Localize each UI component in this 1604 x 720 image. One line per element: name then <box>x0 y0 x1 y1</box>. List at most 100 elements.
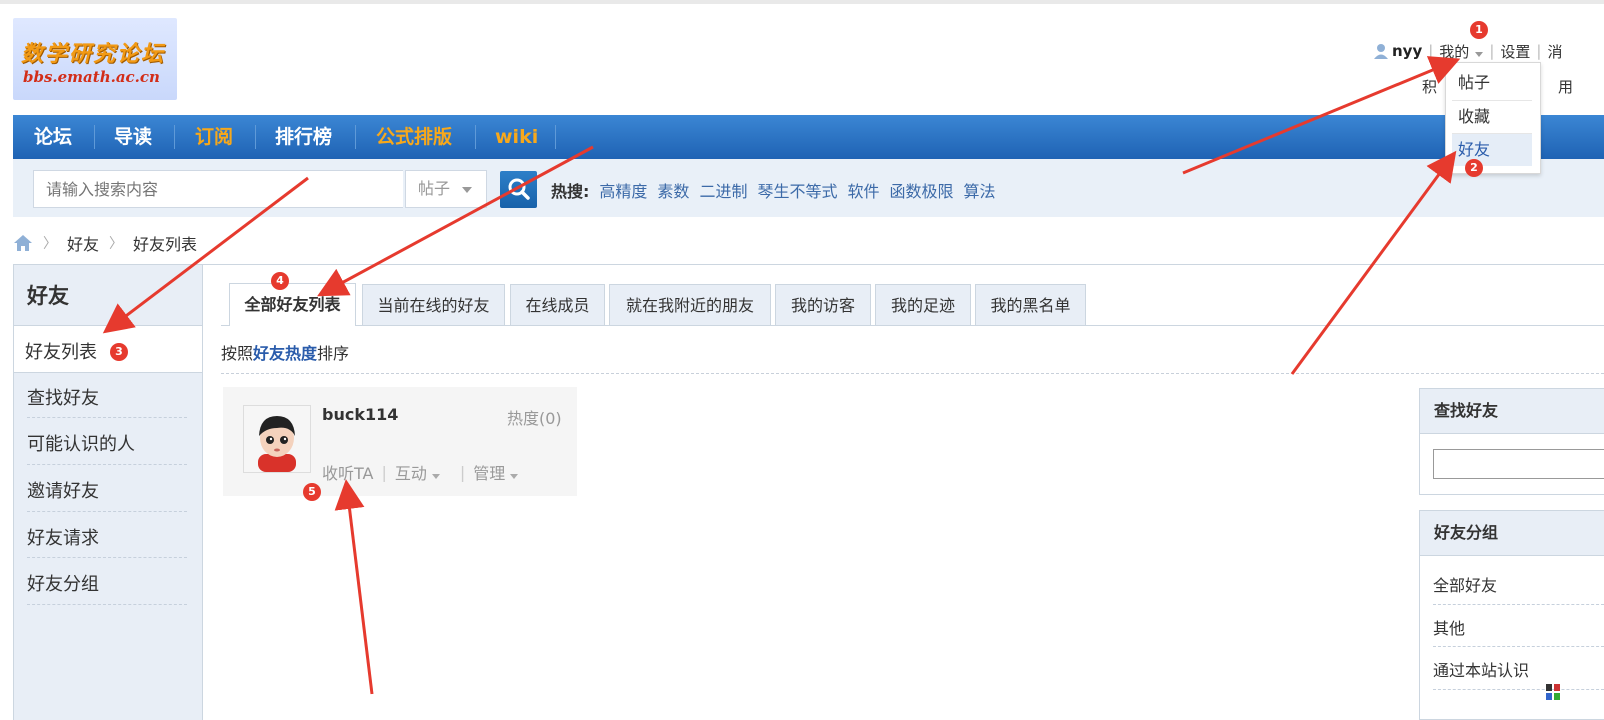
overflow-link[interactable]: 消 <box>1547 41 1562 62</box>
nav-separator <box>174 125 175 149</box>
interact-menu[interactable]: 互动 <box>395 460 440 484</box>
hot-keyword[interactable]: 二进制 <box>699 178 747 202</box>
user-bar: nyy | 我的 | 设置 | 消 <box>1374 40 1562 62</box>
group-item[interactable]: 全部好友 <box>1433 572 1497 596</box>
sidebar-item-requests[interactable]: 好友请求 <box>27 524 99 550</box>
marker-badge: 2 <box>1465 159 1483 177</box>
sidebar-item-may-know[interactable]: 可能认识的人 <box>27 430 135 456</box>
hot-keyword[interactable]: 素数 <box>657 178 689 202</box>
group-item[interactable]: 通过本站认识 <box>1433 657 1529 681</box>
divider <box>27 557 187 558</box>
sort-line: 按照好友热度排序 <box>221 340 349 364</box>
nav-item-guide[interactable]: 导读 <box>114 115 152 159</box>
group-item[interactable]: 其他 <box>1433 615 1465 639</box>
nav-item-subscribe[interactable]: 订阅 <box>195 115 233 159</box>
marker-badge: 1 <box>1470 21 1488 39</box>
sidebar-item-invite[interactable]: 邀请好友 <box>27 477 99 503</box>
divider <box>27 464 187 465</box>
hot-keyword[interactable]: 高精度 <box>599 178 647 202</box>
hot-keyword[interactable]: 软件 <box>847 178 879 202</box>
nav-separator <box>94 125 95 149</box>
marker-badge: 4 <box>271 272 289 290</box>
hot-keyword[interactable]: 算法 <box>964 178 996 202</box>
credits-link[interactable]: 积 <box>1422 76 1437 97</box>
chevron-down-icon <box>510 474 519 479</box>
logo-url: bbs.emath.ac.cn <box>23 68 160 86</box>
divider <box>1433 689 1604 690</box>
follow-link[interactable]: 收听TA <box>322 460 373 484</box>
main-nav: 论坛 导读 订阅 排行榜 公式排版 wiki <box>13 115 1604 159</box>
find-friend-input[interactable] <box>1433 449 1604 479</box>
nav-item-ranking[interactable]: 排行榜 <box>275 115 332 159</box>
divider <box>27 511 187 512</box>
chevron-down-icon <box>1475 51 1484 57</box>
breadcrumb: 〉 好友 〉 好友列表 <box>13 231 197 255</box>
tab-online-members[interactable]: 在线成员 <box>510 284 605 325</box>
breadcrumb-friends[interactable]: 好友 <box>67 231 99 255</box>
tab-footprints[interactable]: 我的足迹 <box>875 284 971 325</box>
sort-suffix: 排序 <box>317 344 350 363</box>
menu-item-friends[interactable]: 好友 <box>1452 134 1532 166</box>
search-button[interactable] <box>500 171 537 208</box>
settings-link[interactable]: 设置 <box>1500 41 1530 62</box>
tab-blacklist[interactable]: 我的黑名单 <box>975 284 1086 325</box>
nav-separator <box>355 125 356 149</box>
top-edge <box>0 0 1604 4</box>
divider <box>1433 604 1604 605</box>
site-logo[interactable]: 数学研究论坛 bbs.emath.ac.cn <box>13 18 177 100</box>
tab-online-friends[interactable]: 当前在线的好友 <box>362 284 505 325</box>
home-icon[interactable] <box>13 234 33 252</box>
arrow-to-follow <box>334 479 374 695</box>
divider <box>13 264 1604 265</box>
menu-item-favorites[interactable]: 收藏 <box>1452 101 1532 133</box>
username-link[interactable]: nyy <box>1392 42 1422 60</box>
hot-search-label: 热搜: <box>551 182 590 201</box>
friend-heat: 热度(0) <box>507 409 562 428</box>
manage-menu[interactable]: 管理 <box>473 460 519 484</box>
sort-by-heat-link[interactable]: 好友热度 <box>253 344 317 363</box>
nav-item-wiki[interactable]: wiki <box>495 115 538 159</box>
search-type-select[interactable]: 帖子 <box>405 170 487 208</box>
divider <box>221 373 1604 374</box>
nav-separator <box>255 125 256 149</box>
tab-all-friends[interactable]: 全部好友列表 <box>229 283 356 326</box>
separator: | <box>1428 42 1434 60</box>
nav-item-forum[interactable]: 论坛 <box>34 115 72 159</box>
divider <box>27 417 187 418</box>
nav-separator <box>555 125 556 149</box>
nav-item-formula[interactable]: 公式排版 <box>376 115 452 159</box>
sidebar-item-friend-list[interactable]: 好友列表 <box>25 338 97 364</box>
nav-separator <box>475 125 476 149</box>
logo-title: 数学研究论坛 <box>21 41 166 67</box>
breadcrumb-separator: 〉 <box>43 236 57 252</box>
tab-nearby[interactable]: 就在我附近的朋友 <box>609 284 771 325</box>
user-icon <box>1374 44 1388 59</box>
menu-item-posts[interactable]: 帖子 <box>1452 67 1532 99</box>
search-icon <box>508 178 530 200</box>
interact-label: 互动 <box>394 464 427 483</box>
search-input[interactable] <box>33 170 403 208</box>
sidebar-item-groups[interactable]: 好友分组 <box>27 570 99 596</box>
separator: | <box>381 462 387 482</box>
hot-keyword[interactable]: 函数极限 <box>889 178 953 202</box>
friend-groups-title: 好友分组 <box>1420 511 1604 556</box>
sidebar-title: 好友 <box>27 284 69 308</box>
avatar[interactable] <box>243 405 311 473</box>
friend-name[interactable]: buck114 <box>322 405 398 424</box>
separator: | <box>1536 42 1542 60</box>
my-menu-toggle[interactable]: 我的 <box>1439 41 1484 62</box>
user-group-link[interactable]: 用 <box>1558 76 1573 97</box>
separator: | <box>1489 42 1495 60</box>
chevron-down-icon <box>462 187 472 193</box>
tab-visitors[interactable]: 我的访客 <box>775 284 871 325</box>
manage-label: 管理 <box>473 464 506 483</box>
divider <box>1433 646 1604 647</box>
sidebar-item-find-friends[interactable]: 查找好友 <box>27 384 99 410</box>
corner-logo-icon <box>1545 683 1561 701</box>
avatar-image <box>244 406 310 472</box>
marker-badge: 3 <box>110 343 128 361</box>
find-friend-title: 查找好友 <box>1420 389 1604 434</box>
separator: | <box>459 462 466 482</box>
hot-keyword[interactable]: 琴生不等式 <box>757 178 837 202</box>
breadcrumb-friend-list[interactable]: 好友列表 <box>133 231 197 255</box>
